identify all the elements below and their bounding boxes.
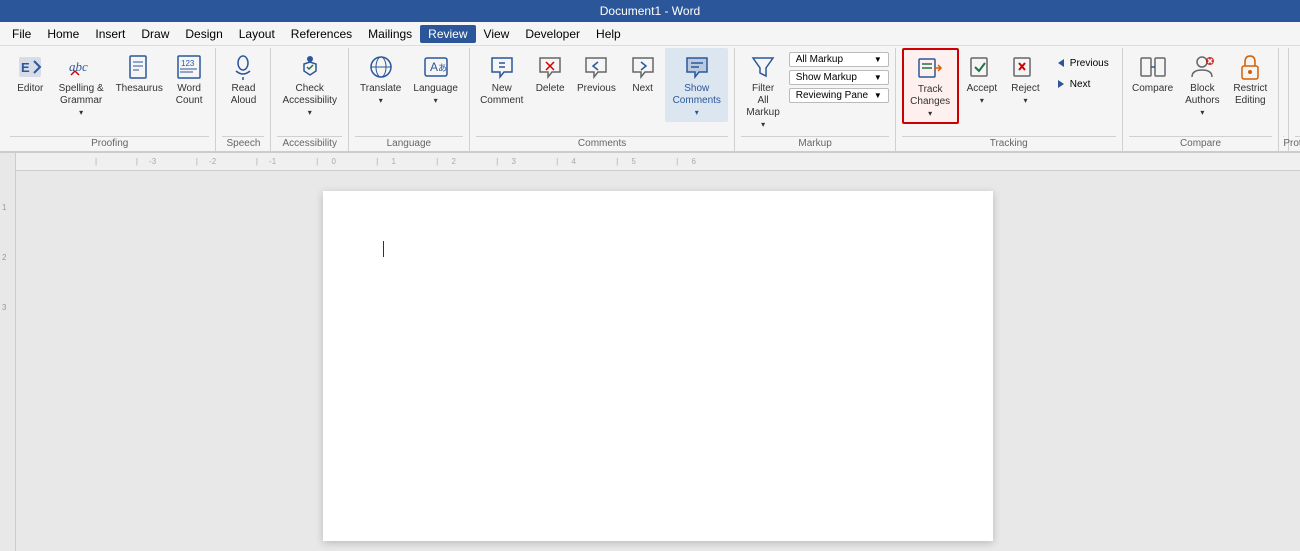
menu-item-file[interactable]: File	[4, 25, 39, 43]
proofing-group-label: Proofing	[10, 136, 209, 151]
previous-comment-button[interactable]: Previous	[573, 48, 621, 97]
ribbon-group-markup: Filter AllMarkup ▾ All Markup ▼ Show Mar…	[735, 48, 895, 151]
delete-comment-button[interactable]: Delete	[530, 48, 571, 97]
new-comment-button[interactable]: NewComment	[476, 48, 528, 110]
restrict-editing-button[interactable]: RestrictEditing	[1228, 48, 1272, 110]
reviewing-pane-dropdown[interactable]: Reviewing Pane ▼	[789, 88, 889, 103]
editor-label: Editor	[17, 83, 43, 94]
ribbon-group-speech: ReadAloud Speech	[216, 48, 271, 151]
track-changes-label: TrackChanges ▾	[910, 84, 951, 120]
reject-label: Reject ▾	[1010, 83, 1041, 107]
track-changes-button[interactable]: TrackChanges ▾	[902, 48, 959, 124]
menu-bar: File Home Insert Draw Design Layout Refe…	[0, 22, 1300, 46]
title-bar: Document1 - Word	[0, 0, 1300, 22]
svg-text:A: A	[430, 60, 438, 74]
read-aloud-button[interactable]: ReadAloud	[222, 48, 264, 110]
hide-ink-button[interactable]: HideInk ▾	[1295, 48, 1300, 110]
editor-button[interactable]: E Editor	[10, 48, 51, 97]
svg-text:abc: abc	[69, 59, 88, 74]
svg-text:123: 123	[181, 59, 195, 68]
previous-comment-label: Previous	[577, 83, 616, 94]
doc-content[interactable]	[16, 171, 1300, 551]
prev-next-stack: Previous Next	[1048, 48, 1116, 93]
title-text: Document1 - Word	[600, 4, 700, 18]
menu-item-insert[interactable]: Insert	[87, 25, 133, 43]
menu-item-draw[interactable]: Draw	[133, 25, 177, 43]
read-aloud-label: ReadAloud	[231, 83, 257, 107]
left-ruler: 1 2 3	[0, 153, 16, 551]
previous-change-button[interactable]: Previous	[1048, 54, 1116, 72]
spelling-grammar-button[interactable]: abc Spelling &Grammar ▾	[53, 48, 110, 122]
ribbon-group-tracking: TrackChanges ▾ Accept ▾ Reject ▾	[896, 48, 1123, 151]
show-markup-dropdown[interactable]: Show Markup ▼	[789, 70, 889, 85]
compare-button[interactable]: Compare	[1129, 48, 1177, 97]
menu-item-home[interactable]: Home	[39, 25, 87, 43]
ribbon-group-protect: Protect	[1279, 48, 1289, 151]
ribbon-group-language: Translate ▾ Aあ Language ▾ Language	[349, 48, 470, 151]
menu-item-developer[interactable]: Developer	[517, 25, 588, 43]
doc-cursor	[383, 241, 384, 257]
svg-text:あ: あ	[438, 63, 447, 73]
restrict-editing-label: RestrictEditing	[1233, 83, 1267, 107]
language-group-label: Language	[355, 136, 463, 151]
thesaurus-label: Thesaurus	[116, 83, 163, 94]
ribbon-group-ink: HideInk ▾ Ink	[1289, 48, 1300, 151]
menu-item-mailings[interactable]: Mailings	[360, 25, 420, 43]
compare-label: Compare	[1132, 83, 1173, 94]
show-comments-label: ShowComments ▾	[670, 83, 723, 119]
translate-label: Translate ▾	[360, 83, 402, 107]
ink-group-label: Ink	[1295, 136, 1300, 151]
comments-group-label: Comments	[476, 136, 729, 151]
all-markup-dropdown[interactable]: All Markup ▼	[789, 52, 889, 67]
protect-group-label: Protect	[1283, 136, 1284, 151]
delete-comment-label: Delete	[536, 83, 565, 94]
menu-item-help[interactable]: Help	[588, 25, 629, 43]
next-change-button[interactable]: Next	[1048, 75, 1116, 93]
block-authors-button[interactable]: BlockAuthors ▾	[1178, 48, 1226, 122]
ribbon-group-proofing: E Editor abc Spelling &Grammar ▾ The	[4, 48, 216, 151]
check-accessibility-label: CheckAccessibility ▾	[282, 83, 336, 119]
menu-item-layout[interactable]: Layout	[231, 25, 283, 43]
ribbon: E Editor abc Spelling &Grammar ▾ The	[0, 46, 1300, 153]
language-label: Language ▾	[413, 83, 458, 107]
markup-dropdowns: All Markup ▼ Show Markup ▼ Reviewing Pan…	[789, 48, 889, 103]
word-count-label: WordCount	[176, 83, 203, 107]
ribbon-group-accessibility: CheckAccessibility ▾ Accessibility	[271, 48, 348, 151]
next-comment-label: Next	[632, 83, 653, 94]
show-comments-button[interactable]: ShowComments ▾	[665, 48, 728, 122]
next-comment-button[interactable]: Next	[622, 48, 663, 97]
block-authors-label: BlockAuthors ▾	[1183, 83, 1221, 119]
compare-group-label: Compare	[1129, 136, 1273, 151]
document-area: 1 2 3 | | -3 | -2 | -1 | 0 | 1 | 2	[0, 153, 1300, 551]
speech-group-label: Speech	[222, 136, 264, 151]
ribbon-group-comments: NewComment Delete Previous	[470, 48, 736, 151]
spelling-grammar-label: Spelling &Grammar ▾	[58, 83, 105, 119]
ribbon-group-compare: Compare BlockAuthors ▾ RestrictEditing C…	[1123, 48, 1280, 151]
menu-item-references[interactable]: References	[283, 25, 360, 43]
menu-item-design[interactable]: Design	[177, 25, 230, 43]
accessibility-group-label: Accessibility	[277, 136, 341, 151]
accept-label: Accept ▾	[966, 83, 999, 107]
filter-all-markup-label: Filter AllMarkup ▾	[746, 83, 779, 131]
reject-button[interactable]: Reject ▾	[1005, 48, 1046, 110]
new-comment-label: NewComment	[480, 83, 523, 107]
translate-button[interactable]: Translate ▾	[355, 48, 407, 110]
thesaurus-button[interactable]: Thesaurus	[112, 48, 167, 97]
top-ruler: | | -3 | -2 | -1 | 0 | 1 | 2 | 3 | 4 | 5	[16, 153, 1300, 171]
filter-all-markup-button[interactable]: Filter AllMarkup ▾	[741, 48, 784, 134]
doc-page[interactable]	[323, 191, 993, 541]
check-accessibility-button[interactable]: CheckAccessibility ▾	[277, 48, 341, 122]
markup-group-label: Markup	[741, 136, 888, 151]
doc-main: | | -3 | -2 | -1 | 0 | 1 | 2 | 3 | 4 | 5	[16, 153, 1300, 551]
svg-text:E: E	[21, 60, 30, 75]
menu-item-review[interactable]: Review	[420, 25, 475, 43]
tracking-group-label: Tracking	[902, 136, 1116, 151]
menu-item-view[interactable]: View	[476, 25, 518, 43]
accept-button[interactable]: Accept ▾	[961, 48, 1004, 110]
word-count-button[interactable]: 123 WordCount	[169, 48, 210, 110]
language-button[interactable]: Aあ Language ▾	[408, 48, 462, 110]
